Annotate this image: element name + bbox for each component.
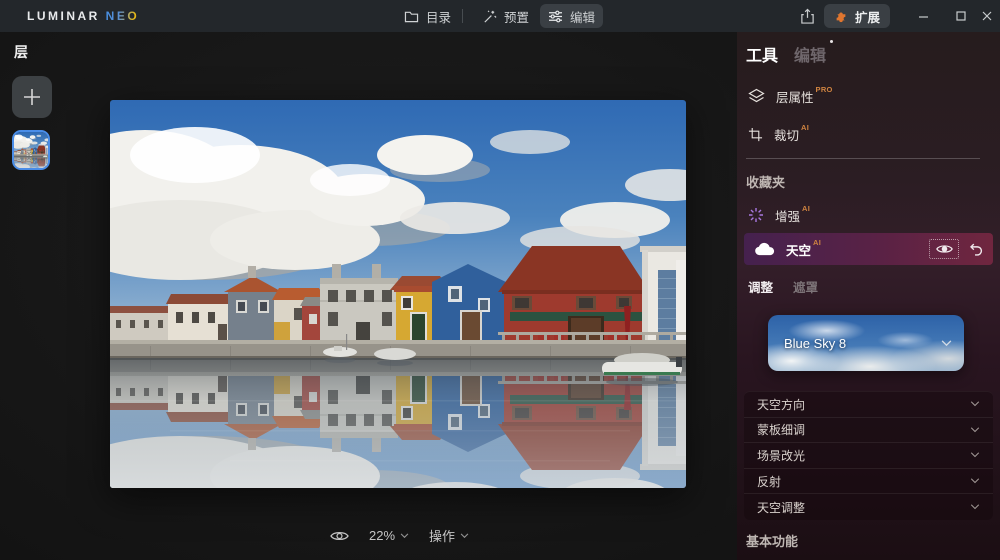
reset-icon[interactable] <box>968 242 983 257</box>
tab-catalog[interactable]: 目录 <box>396 4 459 28</box>
sky-tool-label: 天空AI <box>786 240 821 259</box>
chevron-down-icon <box>460 533 469 539</box>
section-scene-relight[interactable]: 场景改光 <box>744 443 993 469</box>
add-layer-button[interactable] <box>12 76 52 118</box>
edited-indicator-dot <box>830 40 833 43</box>
logo-neo: NEO <box>106 9 140 23</box>
layers-panel-title: 层 <box>14 42 28 62</box>
sliders-icon <box>548 10 563 23</box>
puzzle-piece-icon <box>834 9 848 23</box>
crop-icon <box>748 127 763 142</box>
ai-badge: AI <box>801 123 809 132</box>
divider <box>746 158 980 159</box>
layer-thumbnail-image <box>14 132 48 168</box>
viewer-controls: 22% 操作 <box>330 526 469 545</box>
maximize-icon <box>956 11 966 21</box>
share-button[interactable] <box>796 6 818 27</box>
eye-icon <box>330 529 349 543</box>
chevron-down-icon <box>970 478 980 484</box>
extensions-label: 扩展 <box>855 7 880 26</box>
visibility-toggle-button[interactable] <box>929 239 959 259</box>
canal-houses-photo <box>110 100 686 488</box>
tab-edit-label: 编辑 <box>570 7 595 26</box>
subtab-adjust[interactable]: 调整 <box>748 277 773 296</box>
tab-tools[interactable]: 工具 <box>746 42 778 66</box>
section-label: 天空方向 <box>757 396 805 413</box>
subtab-mask[interactable]: 遮罩 <box>793 277 818 296</box>
logo-luminar: LUMINAR <box>27 9 100 23</box>
chevron-down-icon <box>400 533 409 539</box>
tab-catalog-label: 目录 <box>426 7 451 26</box>
tab-edit[interactable]: 编辑 <box>540 4 603 28</box>
zoom-level-value: 22% <box>369 528 395 543</box>
sky-preset-name: Blue Sky 8 <box>784 336 941 351</box>
photo-viewport[interactable] <box>110 100 686 488</box>
magic-wand-icon <box>482 9 497 24</box>
minimize-icon <box>918 11 929 22</box>
app-logo: LUMINAR NEO <box>27 9 139 23</box>
app-window: LUMINAR NEO 目录 预置 编辑 扩展 <box>0 0 1000 560</box>
chevron-down-icon <box>970 452 980 458</box>
section-sky-orientation[interactable]: 天空方向 <box>744 392 993 418</box>
section-reflection[interactable]: 反射 <box>744 469 993 495</box>
layer-thumbnail[interactable] <box>12 130 50 170</box>
ai-badge: AI <box>813 238 821 247</box>
chevron-down-icon <box>970 401 980 407</box>
share-export-icon <box>800 8 815 25</box>
chevron-down-icon <box>970 504 980 510</box>
tool-label: 层属性PRO <box>776 87 833 106</box>
section-sky-adjustments[interactable]: 天空调整 <box>744 494 993 520</box>
section-label: 天空调整 <box>757 499 805 516</box>
sidebar-header: 工具 编辑 <box>746 42 826 66</box>
sky-sections-group: 天空方向 蒙板细调 场景改光 反射 天空调整 <box>744 391 993 520</box>
close-icon <box>982 11 992 21</box>
minimize-button[interactable] <box>908 0 938 32</box>
tool-item-enhance[interactable]: 增强AI <box>748 204 810 226</box>
tool-item-layer-properties[interactable]: 层属性PRO <box>748 85 833 107</box>
extensions-button[interactable]: 扩展 <box>824 4 890 28</box>
basic-functions-header: 基本功能 <box>746 531 798 550</box>
layers-panel: 层 <box>0 32 64 560</box>
close-button[interactable] <box>972 0 1000 32</box>
tab-edits[interactable]: 编辑 <box>794 42 826 66</box>
section-label: 场景改光 <box>757 447 805 464</box>
layers-icon <box>748 88 765 104</box>
chevron-down-icon <box>970 427 980 433</box>
ai-badge: AI <box>802 204 810 213</box>
section-label: 反射 <box>757 473 781 490</box>
sky-subtabs: 调整 遮罩 <box>748 277 818 296</box>
tool-item-sky-active[interactable]: 天空AI <box>744 233 993 265</box>
compare-button[interactable] <box>330 529 349 543</box>
favorites-header: 收藏夹 <box>746 172 785 191</box>
title-bar: LUMINAR NEO 目录 预置 编辑 扩展 <box>0 0 1000 32</box>
tool-label: 裁切AI <box>774 125 809 144</box>
actions-menu[interactable]: 操作 <box>429 526 469 545</box>
actions-menu-label: 操作 <box>429 526 455 545</box>
tab-edits-label: 编辑 <box>794 48 826 65</box>
section-mask-refinement[interactable]: 蒙板细调 <box>744 418 993 444</box>
pro-badge: PRO <box>816 85 833 94</box>
tab-separator <box>462 9 463 23</box>
editor-canvas[interactable] <box>0 32 737 560</box>
sky-preset-dropdown[interactable]: Blue Sky 8 <box>768 315 964 371</box>
plus-icon <box>22 87 42 107</box>
tool-label: 增强AI <box>775 206 810 225</box>
folder-icon <box>404 10 419 23</box>
zoom-level-control[interactable]: 22% <box>369 528 409 543</box>
chevron-down-icon <box>941 340 952 347</box>
tab-presets-label: 预置 <box>504 7 529 26</box>
tool-item-crop[interactable]: 裁切AI <box>748 123 809 145</box>
eye-icon <box>936 243 953 255</box>
tools-sidebar: 工具 编辑 层属性PRO 裁切AI 收藏夹 增强AI 天空AI 调整 <box>737 32 1000 560</box>
cloud-icon <box>754 242 775 256</box>
sparkle-icon <box>748 207 764 223</box>
tab-presets[interactable]: 预置 <box>474 4 537 28</box>
section-label: 蒙板细调 <box>757 421 805 438</box>
